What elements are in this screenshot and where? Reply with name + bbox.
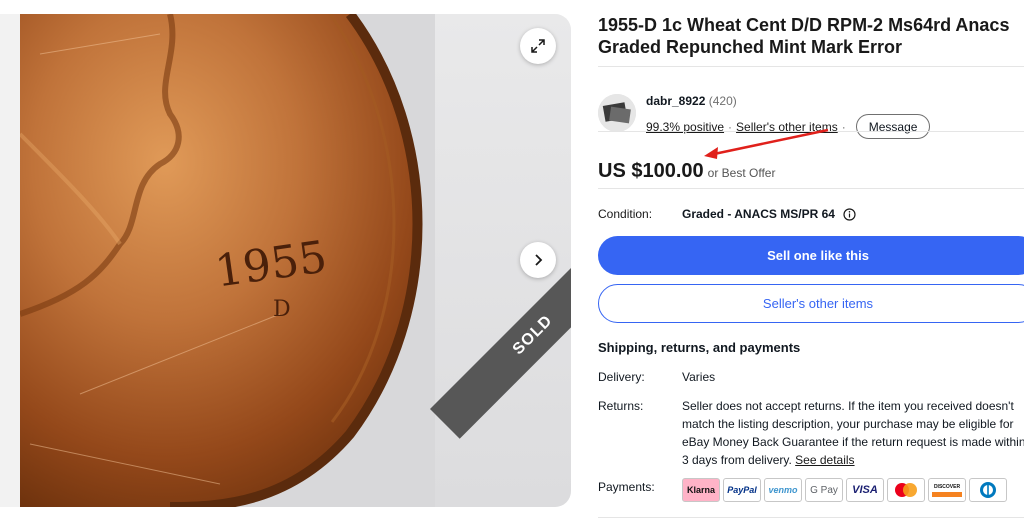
delivery-label: Delivery: — [598, 370, 645, 384]
seller-name[interactable]: dabr_8922 (420) — [646, 94, 737, 108]
best-offer-label: or Best Offer — [707, 166, 776, 180]
sellers-other-items-button[interactable]: Seller's other items — [598, 284, 1024, 323]
discover-icon: DISCOVER — [928, 478, 966, 502]
condition-label: Condition: — [598, 207, 653, 221]
seller-avatar[interactable] — [598, 94, 636, 132]
sell-one-like-this-button[interactable]: Sell one like this — [598, 236, 1024, 275]
seller-username[interactable]: dabr_8922 — [646, 94, 705, 108]
condition-row: Condition: Graded - ANACS MS/PR 64 — [598, 207, 856, 221]
divider — [598, 66, 1024, 67]
paypal-icon: PayPal — [723, 478, 761, 502]
google-pay-icon: G Pay — [805, 478, 843, 502]
expand-icon — [531, 39, 545, 53]
returns-text: Seller does not accept returns. If the i… — [682, 397, 1024, 469]
delivery-row: Delivery: Varies — [598, 368, 1024, 386]
condition-value: Graded - ANACS MS/PR 64 — [682, 207, 835, 221]
price: US $100.00 — [598, 160, 704, 182]
annotation-arrow-icon — [704, 128, 829, 159]
item-title: 1955-D 1c Wheat Cent D/D RPM-2 Ms64rd An… — [598, 15, 1010, 57]
price-row: US $100.00 or Best Offer — [598, 160, 775, 183]
next-image-button[interactable] — [520, 242, 556, 278]
venmo-icon: venmo — [764, 478, 802, 502]
item-details: 1955-D 1c Wheat Cent D/D RPM-2 Ms64rd An… — [598, 14, 1024, 518]
payments-row: Payments: Klarna PayPal venmo G Pay VISA — [598, 478, 1007, 502]
payments-label: Payments: — [598, 480, 655, 494]
payment-icons: Klarna PayPal venmo G Pay VISA DISCOVER — [682, 478, 1007, 502]
coin-photo[interactable]: 1955 D — [20, 14, 435, 507]
returns-label: Returns: — [598, 399, 644, 413]
see-details-link[interactable]: See details — [795, 453, 854, 467]
info-icon[interactable] — [843, 207, 856, 221]
returns-row: Returns: Seller does not accept returns.… — [598, 397, 1024, 469]
divider — [598, 188, 1024, 189]
visa-icon: VISA — [846, 478, 884, 502]
expand-image-button[interactable] — [520, 28, 556, 64]
shipping-heading: Shipping, returns, and payments — [598, 340, 801, 355]
chevron-right-icon — [535, 254, 543, 266]
seller-feedback-count: (420) — [708, 94, 737, 108]
divider — [598, 517, 1024, 518]
mastercard-icon — [887, 478, 925, 502]
coin-mint-mark: D — [273, 297, 291, 322]
message-button[interactable]: Message — [855, 114, 931, 139]
image-gallery: 1955 D SOLD — [0, 14, 571, 507]
delivery-value: Varies — [682, 370, 716, 384]
diners-icon — [969, 478, 1007, 502]
klarna-icon: Klarna — [682, 478, 720, 502]
